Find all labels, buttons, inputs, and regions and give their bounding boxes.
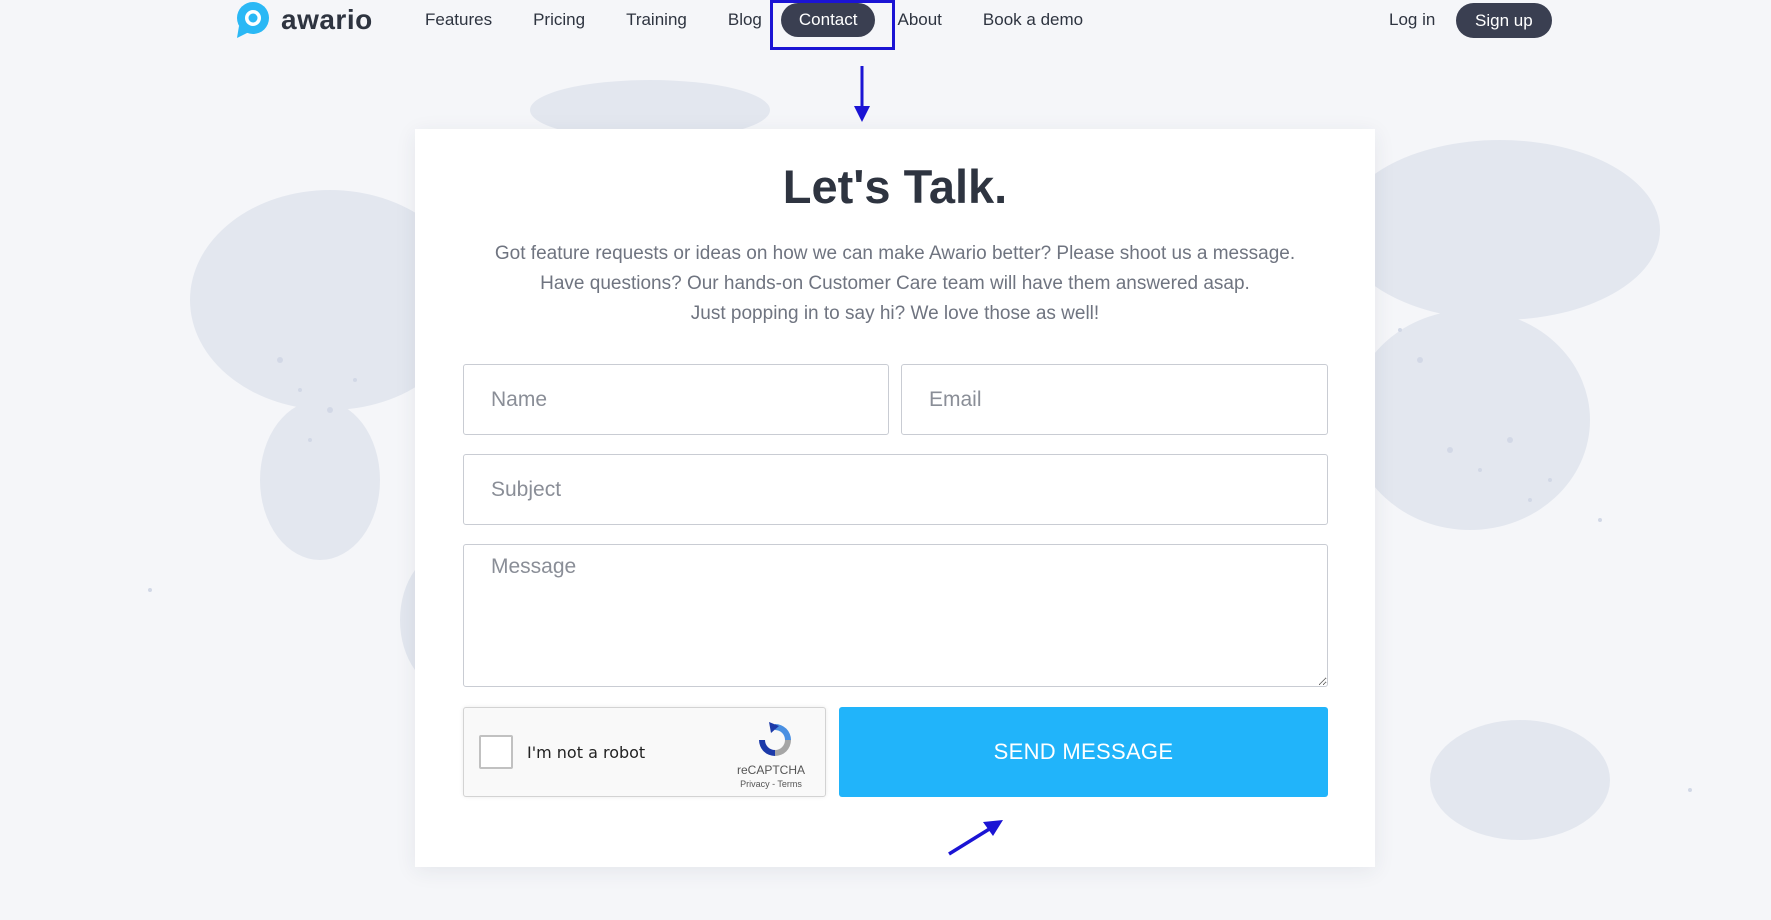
- recaptcha-privacy-terms[interactable]: Privacy - Terms: [726, 779, 816, 789]
- main-nav: Features Pricing Training Blog Contact A…: [425, 0, 1124, 40]
- awario-logo[interactable]: awario: [233, 0, 373, 40]
- intro-line-3: Just popping in to say hi? We love those…: [690, 303, 1100, 324]
- contact-card: Let's Talk. Got feature requests or idea…: [415, 129, 1375, 867]
- intro-line-1: Got feature requests or ideas on how we …: [494, 243, 1296, 264]
- intro-line-2: Have questions? Our hands-on Customer Ca…: [540, 273, 1250, 294]
- nav-item-contact[interactable]: Contact: [780, 3, 876, 37]
- nav-item-blog[interactable]: Blog: [728, 3, 762, 37]
- message-field[interactable]: [463, 544, 1328, 687]
- signup-button[interactable]: Sign up: [1456, 3, 1552, 38]
- nav-item-features[interactable]: Features: [425, 3, 492, 37]
- subject-field[interactable]: [463, 454, 1328, 525]
- intro-text: Got feature requests or ideas on how we …: [415, 239, 1375, 329]
- send-message-button[interactable]: SEND MESSAGE: [839, 707, 1328, 797]
- awario-logo-icon: [237, 2, 269, 38]
- nav-item-about[interactable]: About: [897, 3, 941, 37]
- nav-item-pricing[interactable]: Pricing: [533, 3, 585, 37]
- brand-name: awario: [281, 4, 373, 35]
- recaptcha-brand: reCAPTCHA: [736, 763, 805, 777]
- page-title: Let's Talk.: [782, 160, 1008, 213]
- site-header: awario Features Pricing Training Blog Co…: [0, 0, 1771, 40]
- recaptcha-widget: I'm not a robot reCAPTCHA Privacy - Term…: [463, 707, 826, 797]
- name-field[interactable]: [463, 364, 889, 435]
- recaptcha-checkbox[interactable]: [479, 735, 513, 769]
- nav-item-training[interactable]: Training: [626, 3, 687, 37]
- recaptcha-logo-icon: [759, 722, 791, 756]
- login-link[interactable]: Log in: [1389, 3, 1435, 37]
- email-field[interactable]: [901, 364, 1328, 435]
- recaptcha-label: I'm not a robot: [527, 743, 646, 762]
- nav-item-book-demo[interactable]: Book a demo: [983, 3, 1083, 37]
